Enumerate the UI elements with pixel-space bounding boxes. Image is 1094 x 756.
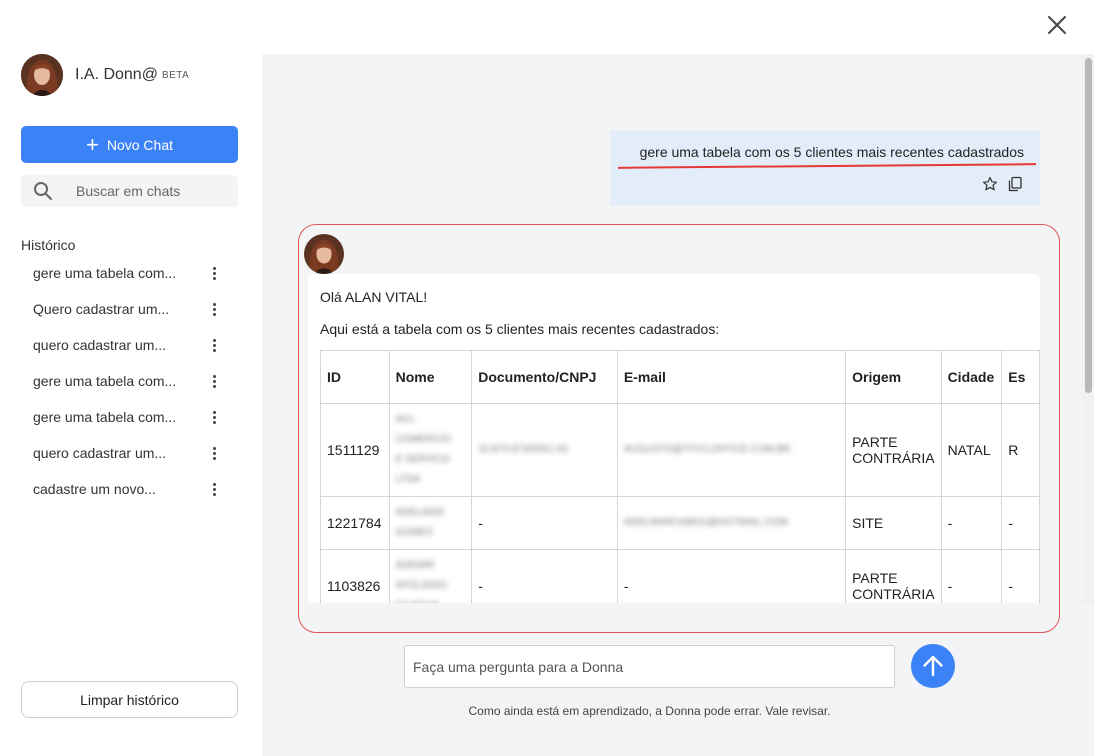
- cell-nome-redacted: ACL COMERCIO E SERVICO LTDA: [388, 403, 473, 497]
- cell-cidade: -: [940, 549, 1003, 603]
- table-row: 1221784 ADELAIDE GOMES - ADELMARCABEG@HOT…: [320, 496, 1040, 550]
- history-list: gere uma tabela com... Quero cadastrar u…: [21, 255, 238, 507]
- cell-documento: -: [471, 496, 618, 550]
- cell-id: 1511129: [320, 403, 390, 497]
- scrollbar[interactable]: [1082, 54, 1094, 603]
- history-item-label: gere uma tabela com...: [33, 265, 177, 281]
- more-options-icon[interactable]: [206, 373, 222, 389]
- user-message-text: gere uma tabela com os 5 clientes mais r…: [639, 144, 1024, 160]
- close-icon: [1048, 16, 1066, 34]
- history-item-label: Quero cadastrar um...: [33, 301, 170, 317]
- clients-table: ID Nome Documento/CNPJ E-mail Origem Cid…: [320, 350, 1040, 603]
- search-box: [21, 175, 238, 207]
- history-item-label: gere uma tabela com...: [33, 373, 177, 389]
- history-item-label: cadastre um novo...: [33, 481, 156, 497]
- assistant-greeting: Olá ALAN VITAL!: [320, 289, 428, 305]
- cell-estado: R: [1001, 403, 1040, 497]
- column-header: Origem: [845, 350, 942, 404]
- table-row: 1511129 ACL COMERCIO E SERVICO LTDA 10.873.…: [320, 403, 1040, 497]
- history-item[interactable]: gere uma tabela com...: [21, 363, 238, 399]
- cell-id: 1221784: [320, 496, 390, 550]
- more-options-icon[interactable]: [206, 445, 222, 461]
- history-item[interactable]: gere uma tabela com...: [21, 399, 238, 435]
- assistant-intro: Aqui está a tabela com os 5 clientes mai…: [320, 321, 720, 337]
- new-chat-label: Novo Chat: [106, 136, 173, 153]
- brand-name: I.A. Donn@: [75, 66, 158, 83]
- user-message: gere uma tabela com os 5 clientes mais r…: [610, 130, 1040, 206]
- chat-input-box: [404, 645, 895, 688]
- cell-id: 1103826: [320, 549, 390, 603]
- more-options-icon[interactable]: [206, 481, 222, 497]
- cell-nome-redacted: ADELAIDE GOMES: [388, 496, 473, 550]
- copy-icon[interactable]: [1007, 176, 1023, 192]
- send-button[interactable]: [911, 644, 955, 688]
- column-header: Es: [1001, 350, 1040, 404]
- arrow-up-icon: [923, 655, 943, 677]
- history-item-label: quero cadastrar um...: [33, 445, 167, 461]
- cell-origem: PARTE CONTRÁRIA: [845, 549, 942, 603]
- column-header: Nome: [388, 350, 473, 404]
- column-header: Cidade: [940, 350, 1003, 404]
- scrollbar-thumb[interactable]: [1085, 58, 1092, 393]
- history-title: Histórico: [21, 237, 76, 253]
- clear-history-button[interactable]: Limpar histórico: [21, 681, 238, 718]
- assistant-message: Olá ALAN VITAL! Aqui está a tabela com o…: [308, 274, 1040, 603]
- cell-documento: -: [471, 549, 618, 603]
- column-header: Documento/CNPJ: [471, 350, 618, 404]
- cell-cidade: NATAL: [940, 403, 1003, 497]
- history-item[interactable]: quero cadastrar um...: [21, 435, 238, 471]
- more-options-icon[interactable]: [206, 265, 222, 281]
- history-item[interactable]: cadastre um novo...: [21, 471, 238, 507]
- new-chat-button[interactable]: + Novo Chat: [21, 126, 238, 163]
- more-options-icon[interactable]: [206, 337, 222, 353]
- cell-estado: -: [1001, 496, 1040, 550]
- sidebar: I.A. Donn@ BETA + Novo Chat Histórico ge…: [0, 54, 262, 756]
- cell-email: -: [616, 549, 847, 603]
- cell-email-redacted: ADELMARCABEG@HOTMAIL.COM: [616, 496, 847, 550]
- history-item[interactable]: gere uma tabela com...: [21, 255, 238, 291]
- more-options-icon[interactable]: [206, 409, 222, 425]
- close-button[interactable]: [1042, 10, 1072, 40]
- cell-nome-redacted: ADEMIRATOLOGIODA SILVA: [388, 549, 473, 603]
- beta-badge: BETA: [161, 69, 190, 81]
- plus-icon: +: [85, 131, 99, 157]
- cell-origem: SITE: [845, 496, 942, 550]
- assistant-avatar: [304, 234, 344, 274]
- column-header: ID: [320, 350, 390, 404]
- search-input[interactable]: [76, 183, 226, 199]
- table-row: 1103826 ADEMIRATOLOGIODA SILVA - - PARTE…: [320, 549, 1040, 603]
- column-header: E-mail: [616, 350, 847, 404]
- search-icon: [34, 182, 52, 200]
- table-header-row: ID Nome Documento/CNPJ E-mail Origem Cid…: [320, 350, 1040, 404]
- disclaimer: Como ainda está em aprendizado, a Donna …: [468, 704, 831, 718]
- history-item[interactable]: Quero cadastrar um...: [21, 291, 238, 327]
- cell-documento-redacted: 10.873.873/0001-03: [471, 403, 618, 497]
- cell-origem: PARTE CONTRÁRIA: [845, 403, 942, 497]
- chat-input[interactable]: [405, 646, 894, 687]
- star-icon[interactable]: [982, 176, 998, 192]
- more-options-icon[interactable]: [206, 301, 222, 317]
- brand: I.A. Donn@ BETA: [21, 54, 189, 96]
- cell-cidade: -: [940, 496, 1003, 550]
- cell-email-redacted: AUGUSTO@TITCLOFFICE.COM.BR: [616, 403, 847, 497]
- history-item[interactable]: quero cadastrar um...: [21, 327, 238, 363]
- history-item-label: gere uma tabela com...: [33, 409, 177, 425]
- history-item-label: quero cadastrar um...: [33, 337, 167, 353]
- cell-estado: -: [1001, 549, 1040, 603]
- annotation-underline: [617, 163, 1037, 169]
- avatar: [21, 54, 63, 96]
